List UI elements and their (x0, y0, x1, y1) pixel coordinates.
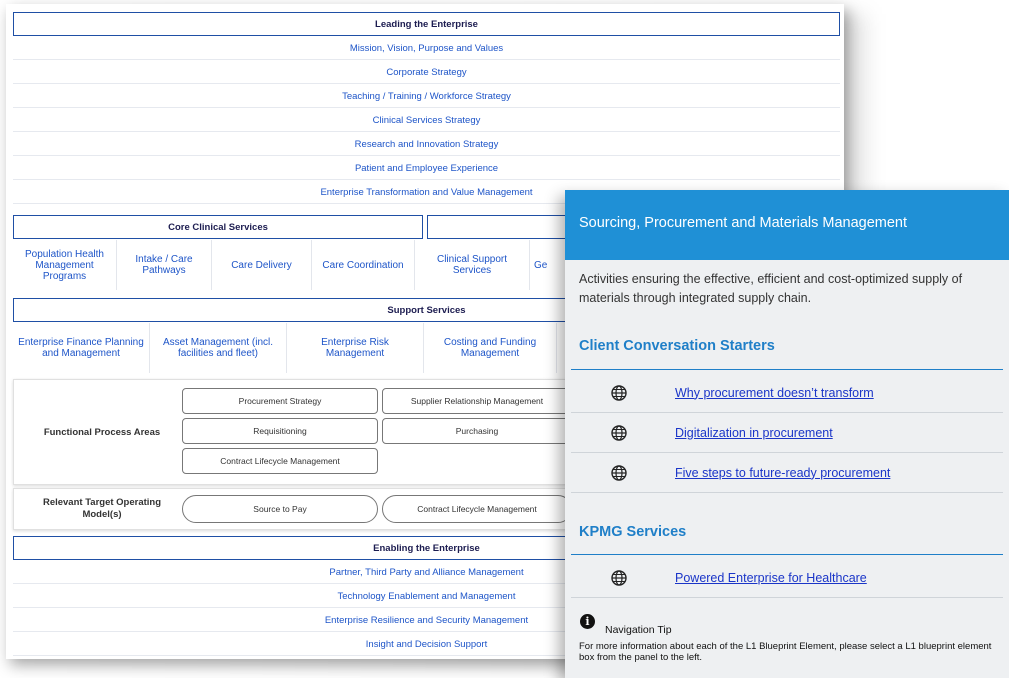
detail-description: Activities ensuring the effective, effic… (579, 272, 963, 305)
leading-item[interactable]: Mission, Vision, Purpose and Values (13, 37, 840, 60)
navigation-tip-text: For more information about each of the L… (579, 641, 992, 663)
core-clinical-row: Population Health Management Programs In… (13, 240, 570, 290)
section-divider (571, 369, 1003, 370)
globe-icon (611, 425, 627, 441)
list-item: Powered Enterprise for Healthcare (571, 558, 1003, 598)
section-divider (571, 554, 1003, 555)
leading-header[interactable]: Leading the Enterprise (13, 12, 840, 36)
list-item: Five steps to future-ready procurement (571, 453, 1003, 493)
fpa-item[interactable]: Contract Lifecycle Management (182, 448, 378, 474)
globe-icon (611, 465, 627, 481)
leading-item[interactable]: Teaching / Training / Workforce Strategy (13, 85, 840, 108)
relevant-tom: Relevant Target Operating Model(s) Sourc… (13, 488, 573, 530)
tom-item[interactable]: Source to Pay (182, 495, 378, 523)
support-item[interactable]: Enterprise Finance Planning and Manageme… (13, 323, 150, 373)
globe-icon (611, 385, 627, 401)
functional-process-areas: Functional Process Areas Procurement Str… (13, 379, 573, 485)
conversation-link[interactable]: Digitalization in procurement (675, 426, 833, 440)
leading-item[interactable]: Research and Innovation Strategy (13, 133, 840, 156)
core-item[interactable]: Care Coordination (312, 240, 415, 290)
services-link[interactable]: Powered Enterprise for Healthcare (675, 571, 867, 585)
core-item[interactable]: Population Health Management Programs (13, 240, 117, 290)
detail-panel: Sourcing, Procurement and Materials Mana… (565, 190, 1009, 678)
support-row: Enterprise Finance Planning and Manageme… (13, 323, 557, 373)
support-item[interactable]: Asset Management (incl. facilities and f… (150, 323, 287, 373)
leading-item[interactable]: Clinical Services Strategy (13, 109, 840, 132)
info-icon: i (580, 614, 595, 629)
navigation-tip-title: Navigation Tip (605, 624, 672, 636)
leading-item[interactable]: Corporate Strategy (13, 61, 840, 84)
conversation-starters-heading: Client Conversation Starters (579, 338, 775, 354)
support-item[interactable]: Enterprise Risk Management (287, 323, 424, 373)
tom-label: Relevant Target Operating Model(s) (42, 497, 162, 520)
conversation-link[interactable]: Why procurement doesn’t transform (675, 386, 874, 400)
list-item: Why procurement doesn’t transform (571, 373, 1003, 413)
core-clinical-header[interactable]: Core Clinical Services (13, 215, 423, 239)
tom-item[interactable]: Contract Lifecycle Management (382, 495, 572, 523)
globe-icon (611, 570, 627, 586)
core-item[interactable]: Intake / Care Pathways (117, 240, 212, 290)
conversation-link[interactable]: Five steps to future-ready procurement (675, 466, 890, 480)
support-item[interactable]: Costing and Funding Management (424, 323, 557, 373)
fpa-item[interactable]: Requisitioning (182, 418, 378, 444)
fpa-item[interactable]: Purchasing (382, 418, 572, 444)
fpa-label: Functional Process Areas (43, 427, 161, 438)
fpa-item[interactable]: Supplier Relationship Management (382, 388, 572, 414)
fpa-item[interactable]: Procurement Strategy (182, 388, 378, 414)
core-item[interactable]: Care Delivery (212, 240, 312, 290)
detail-title: Sourcing, Procurement and Materials Mana… (565, 190, 1009, 260)
list-item: Digitalization in procurement (571, 413, 1003, 453)
leading-item[interactable]: Patient and Employee Experience (13, 157, 840, 180)
core-item[interactable]: Clinical Support Services (415, 240, 530, 290)
core-item[interactable]: Ge (530, 240, 570, 290)
kpmg-services-heading: KPMG Services (579, 524, 687, 540)
